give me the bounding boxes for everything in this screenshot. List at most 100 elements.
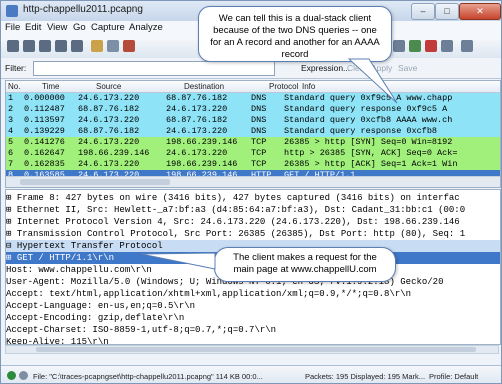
packet-cell-src: 198.66.239.146 [78,148,150,158]
detail-line[interactable]: Accept-Charset: ISO-8859-1,utf-8;q=0.7,*… [6,324,500,336]
packet-cell-time: 0.000000 [24,93,65,103]
packet-cell-no: 2 [8,104,14,114]
menu-view[interactable]: View [47,22,67,33]
packet-cell-time: 0.139229 [24,126,65,136]
restart-icon[interactable] [71,40,83,52]
packet-cell-time: 0.162835 [24,159,65,169]
column-info[interactable]: Info [302,82,315,91]
get-callout-pointer [140,252,216,270]
menu-capture[interactable]: Capture [91,22,125,33]
packet-cell-info: 26385 > http [ACK] Seq=1 Ack=1 Win [284,159,458,169]
packet-cell-info: Standard query response 0xcfb8 [284,126,438,136]
packet-row[interactable]: 3 0.113597 24.6.173.220 68.87.76.182 DNS Stan… [6,115,500,126]
app-icon [6,5,18,17]
minimize-button[interactable]: – [411,3,435,20]
packet-row[interactable]: 6 0.162647 198.66.239.146 24.6.173.220 TCP ht… [6,148,500,159]
column-source[interactable]: Source [96,82,121,91]
filter-label: Filter: [5,63,27,73]
detail-line[interactable]: ⊞ Transmission Control Protocol, Src Por… [6,228,500,240]
close-icon: ✕ [476,6,484,16]
packet-row[interactable]: 5 0.141276 24.6.173.220 198.66.239.146 TCP 26… [6,137,500,148]
packet-cell-time: 0.141276 [24,137,65,147]
packet-cell-proto: DNS [251,126,267,136]
maximize-button[interactable]: □ [435,3,459,20]
packet-cell-no: 5 [8,137,14,147]
packet-cell-no: 6 [8,148,14,158]
help-icon[interactable] [441,40,453,52]
packet-cell-proto: TCP [251,137,267,147]
detail-line[interactable]: ⊞ Ethernet II, Src: Hewlett-_a7:bf:a3 (d… [6,204,500,216]
packet-cell-src: 24.6.173.220 [78,93,140,103]
packet-cell-no: 7 [8,159,14,169]
packet-cell-info: http > 26385 [SYN, ACK] Seq=0 Ack= [284,148,458,158]
packet-cell-src: 24.6.173.220 [78,137,140,147]
column-no[interactable]: No. [8,82,20,91]
interfaces-icon[interactable] [7,40,19,52]
maximize-icon: □ [444,6,450,16]
detail-line[interactable]: Accept-Language: en-us,en;q=0.5\r\n [6,300,500,312]
details-scrollbar[interactable] [5,345,499,354]
packet-cell-dst: 68.87.76.182 [166,115,228,125]
status-bar: File: "C:\traces-pcapngset\http-chappell… [1,365,501,383]
menu-go[interactable]: Go [73,22,86,33]
expression-button[interactable]: Expression... [301,63,350,73]
menu-edit[interactable]: Edit [25,22,41,33]
packet-row[interactable]: 4 0.139229 68.87.76.182 24.6.173.220 DNS Stan… [6,126,500,137]
dns-callout-text: We can tell this is a dual-stack client … [210,13,380,60]
menu-file[interactable]: File [5,22,20,33]
dns-callout: We can tell this is a dual-stack client … [198,6,398,104]
packet-cell-dst: 24.6.173.220 [166,148,228,158]
coloring-rules-icon[interactable] [393,40,405,52]
packet-cell-dst: 198.66.239.146 [166,159,238,169]
options-icon[interactable] [23,40,35,52]
column-protocol[interactable]: Protocol [269,82,298,91]
window-title: http-chappellu2011.pcapng [23,4,143,15]
detail-line[interactable]: ⊞ Internet Protocol Version 4, Src: 24.6… [6,216,500,228]
packet-cell-dst: 24.6.173.220 [166,126,228,136]
capture-comments-icon[interactable] [19,371,28,380]
packet-cell-time: 0.113597 [24,115,65,125]
detail-line[interactable]: Accept-Encoding: gzip,deflate\r\n [6,312,500,324]
packet-cell-dst: 24.6.173.220 [166,104,228,114]
get-callout-text: The client makes a request for the main … [233,252,377,275]
status-profile[interactable]: Profile: Default [429,372,478,381]
open-file-icon[interactable] [91,40,103,52]
scroll-thumb[interactable] [20,179,170,185]
packet-cell-proto: DNS [251,104,267,114]
detail-line[interactable]: ⊞ Frame 8: 427 bytes on wire (3416 bits)… [6,192,500,204]
packet-row[interactable]: 7 0.162835 24.6.173.220 198.66.239.146 TCP 26… [6,159,500,170]
packet-cell-proto: DNS [251,93,267,103]
close-file-icon[interactable] [123,40,135,52]
detail-line[interactable]: Keep-Alive: 115\r\n [6,336,500,344]
more-tools-icon[interactable] [461,40,473,52]
preferences-icon[interactable] [425,40,437,52]
packet-list[interactable]: No. Time Source Destination Protocol Inf… [5,80,501,188]
scroll-thumb[interactable] [36,347,476,352]
save-file-icon[interactable] [107,40,119,52]
menu-analyze[interactable]: Analyze [129,22,163,33]
detail-line[interactable]: Accept: text/html,application/xhtml+xml,… [6,288,500,300]
packet-list-scrollbar[interactable] [6,176,500,187]
column-time[interactable]: Time [42,82,59,91]
stop-capture-icon[interactable] [55,40,67,52]
packet-cell-src: 68.87.76.182 [78,104,140,114]
packet-cell-proto: DNS [251,115,267,125]
packet-row[interactable]: 1 0.000000 24.6.173.220 68.87.76.182 DNS Stan… [6,93,500,104]
minimize-icon: – [420,6,426,16]
start-capture-icon[interactable] [39,40,51,52]
get-callout: The client makes a request for the main … [140,247,396,282]
packet-cell-no: 4 [8,126,14,136]
packet-row[interactable]: 2 0.112487 68.87.76.182 24.6.173.220 DNS Stan… [6,104,500,115]
expert-info-icon[interactable] [7,371,16,380]
colorize-icon[interactable] [409,40,421,52]
packet-cell-src: 68.87.76.182 [78,126,140,136]
column-destination[interactable]: Destination [184,82,224,91]
packet-cell-no: 3 [8,115,14,125]
packet-cell-time: 0.162647 [24,148,65,158]
status-packets: Packets: 195 Displayed: 195 Mark... [305,372,426,381]
packet-cell-proto: TCP [251,159,267,169]
packet-cell-time: 0.112487 [24,104,65,114]
close-button[interactable]: ✕ [459,3,501,20]
dns-callout-pointer [347,58,398,104]
display-filter-input[interactable] [33,61,275,76]
